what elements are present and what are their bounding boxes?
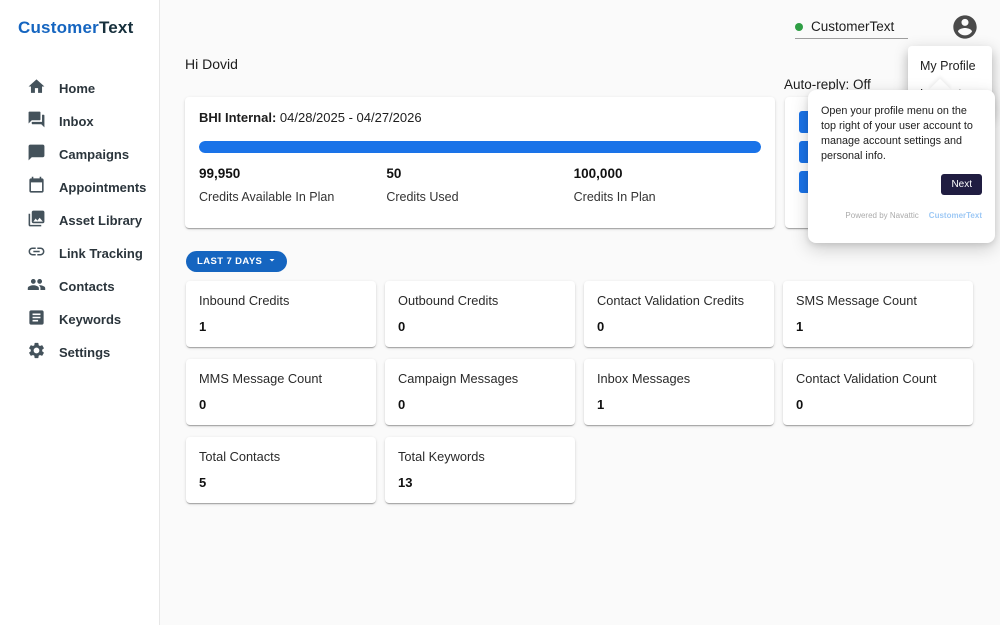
sidebar-item-label: Asset Library [59, 213, 142, 228]
date-range-chip[interactable]: LAST 7 DAYS [186, 251, 287, 272]
stat-card-value: 13 [398, 475, 562, 490]
account-name: CustomerText [811, 19, 894, 34]
stat-card-mms-message-count: MMS Message Count 0 [186, 359, 376, 425]
brand-logo: CustomerText [0, 0, 159, 38]
menu-item-my-profile[interactable]: My Profile [908, 52, 992, 80]
sidebar-item-asset-library[interactable]: Asset Library [0, 204, 159, 237]
keywords-icon [27, 308, 46, 332]
plan-stat-total: 100,000 Credits In Plan [574, 166, 761, 204]
plan-credits-card: BHI Internal: 04/28/2025 - 04/27/2026 99… [185, 97, 775, 228]
sidebar-item-label: Settings [59, 345, 110, 360]
stat-card-label: Inbound Credits [199, 293, 363, 308]
stat-card-campaign-messages: Campaign Messages 0 [385, 359, 575, 425]
stat-value: 99,950 [199, 166, 386, 181]
sidebar-item-label: Inbox [59, 114, 94, 129]
sidebar-item-settings[interactable]: Settings [0, 336, 159, 369]
stat-card-value: 0 [398, 319, 562, 334]
sidebar-item-contacts[interactable]: Contacts [0, 270, 159, 303]
plan-name: BHI Internal: [199, 110, 276, 125]
plan-dates: 04/28/2025 - 04/27/2026 [276, 110, 421, 125]
stat-card-inbound-credits: Inbound Credits 1 [186, 281, 376, 347]
campaigns-icon [27, 143, 46, 167]
sidebar-item-label: Home [59, 81, 95, 96]
appointments-icon [27, 176, 46, 200]
stat-card-value: 0 [398, 397, 562, 412]
tour-popup-text: Open your profile menu on the top right … [821, 104, 982, 164]
sidebar-item-keywords[interactable]: Keywords [0, 303, 159, 336]
tour-next-button[interactable]: Next [941, 174, 982, 195]
sidebar-item-home[interactable]: Home [0, 72, 159, 105]
sidebar-item-campaigns[interactable]: Campaigns [0, 138, 159, 171]
stat-card-total-keywords: Total Keywords 13 [385, 437, 575, 503]
profile-avatar-button[interactable] [951, 13, 979, 41]
sidebar-item-label: Keywords [59, 312, 121, 327]
chevron-down-icon [266, 254, 278, 269]
stat-value: 100,000 [574, 166, 761, 181]
greeting-text: Hi Dovid [185, 56, 238, 72]
inbox-icon [27, 110, 46, 134]
credits-progress-fill [199, 141, 761, 153]
credits-progress-bar [199, 141, 761, 153]
plan-title: BHI Internal: 04/28/2025 - 04/27/2026 [199, 110, 761, 125]
stat-value: 50 [386, 166, 573, 181]
stat-card-value: 1 [199, 319, 363, 334]
account-circle-icon [951, 28, 979, 45]
stat-card-value: 1 [597, 397, 761, 412]
home-icon [27, 77, 46, 101]
stat-card-outbound-credits: Outbound Credits 0 [385, 281, 575, 347]
sidebar-item-link-tracking[interactable]: Link Tracking [0, 237, 159, 270]
tour-popup: Open your profile menu on the top right … [808, 90, 995, 243]
stat-card-label: Contact Validation Credits [597, 293, 761, 308]
sidebar-item-label: Appointments [59, 180, 146, 195]
stat-card-label: Total Contacts [199, 449, 363, 464]
stat-label: Credits Available In Plan [199, 190, 386, 204]
stat-card-contact-validation-credits: Contact Validation Credits 0 [584, 281, 774, 347]
powered-by-navattic: Powered by Navattic [845, 211, 918, 220]
sidebar-item-appointments[interactable]: Appointments [0, 171, 159, 204]
sidebar-item-label: Campaigns [59, 147, 129, 162]
plan-stat-used: 50 Credits Used [386, 166, 573, 204]
settings-icon [27, 341, 46, 365]
sidebar-item-label: Contacts [59, 279, 115, 294]
stat-card-label: Outbound Credits [398, 293, 562, 308]
account-selector[interactable]: CustomerText [795, 15, 908, 39]
brand-logo-customer: Customer [18, 18, 99, 37]
stat-card-label: Inbox Messages [597, 371, 761, 386]
asset-library-icon [27, 209, 46, 233]
sidebar-menu: Home Inbox Campaigns Appointments Asset … [0, 72, 159, 369]
stat-card-label: Campaign Messages [398, 371, 562, 386]
tour-popup-footer: Powered by Navattic CustomerText [821, 211, 982, 220]
stat-card-label: MMS Message Count [199, 371, 363, 386]
sidebar-item-label: Link Tracking [59, 246, 143, 261]
plan-stats-row: 99,950 Credits Available In Plan 50 Cred… [199, 166, 761, 204]
stat-card-value: 0 [796, 397, 960, 412]
stat-card-value: 0 [199, 397, 363, 412]
app-root: CustomerText Home Inbox Campaigns Appoin… [0, 0, 1000, 625]
stat-card-sms-message-count: SMS Message Count 1 [783, 281, 973, 347]
contacts-icon [27, 275, 46, 299]
stat-card-inbox-messages: Inbox Messages 1 [584, 359, 774, 425]
plan-stat-available: 99,950 Credits Available In Plan [199, 166, 386, 204]
stat-card-value: 0 [597, 319, 761, 334]
stat-card-label: Contact Validation Count [796, 371, 960, 386]
date-range-label: LAST 7 DAYS [197, 256, 262, 267]
stat-card-value: 5 [199, 475, 363, 490]
stats-grid: Inbound Credits 1 Outbound Credits 0 Con… [186, 281, 976, 503]
stat-label: Credits In Plan [574, 190, 761, 204]
stat-card-label: Total Keywords [398, 449, 562, 464]
tour-brand-watermark: CustomerText [929, 211, 982, 220]
status-dot [795, 23, 803, 31]
stat-label: Credits Used [386, 190, 573, 204]
sidebar-item-inbox[interactable]: Inbox [0, 105, 159, 138]
sidebar: CustomerText Home Inbox Campaigns Appoin… [0, 0, 160, 625]
stat-card-value: 1 [796, 319, 960, 334]
stat-card-label: SMS Message Count [796, 293, 960, 308]
stat-card-total-contacts: Total Contacts 5 [186, 437, 376, 503]
stat-card-contact-validation-count: Contact Validation Count 0 [783, 359, 973, 425]
brand-logo-text: Text [99, 18, 134, 37]
link-tracking-icon [27, 242, 46, 266]
